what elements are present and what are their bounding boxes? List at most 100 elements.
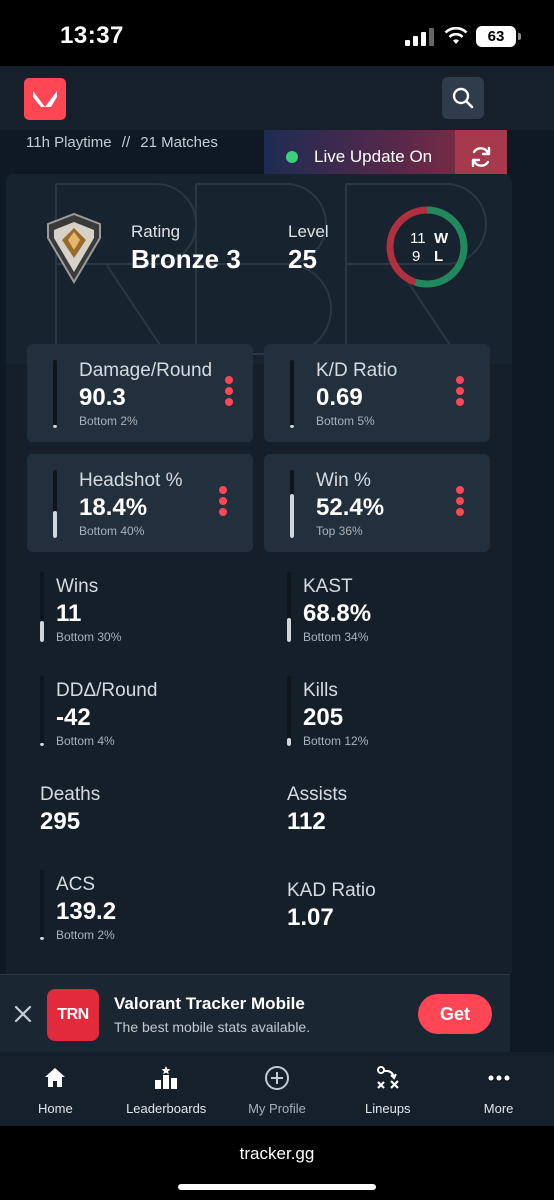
percentile-fill (290, 494, 294, 538)
nav-label: Home (38, 1101, 73, 1116)
level-value: 25 (288, 244, 317, 274)
app-promo-banner: TRN Valorant Tracker Mobile The best mob… (0, 974, 510, 1052)
valorant-logo-icon[interactable] (24, 78, 66, 120)
live-status-dot (286, 150, 298, 163)
win-loss-ring (386, 206, 468, 288)
battery-indicator: 63 (476, 26, 521, 47)
stat-card-kd-ratio[interactable]: K/D Ratio 0.69 Bottom 5% (264, 344, 490, 442)
more-options-icon[interactable] (223, 376, 235, 412)
stat-percentile: Bottom 5% (316, 414, 375, 428)
level-label: Level (288, 222, 329, 241)
stat-value: 139.2 (56, 898, 117, 925)
stat-value: 1.07 (287, 904, 334, 931)
add-circle-icon (264, 1066, 289, 1090)
nav-more[interactable]: More (443, 1052, 554, 1126)
home-icon (45, 1068, 66, 1087)
nav-home[interactable]: Home (0, 1052, 111, 1126)
stat-percentile: Top 36% (316, 524, 363, 538)
percentile-fill (287, 737, 291, 746)
nav-label: Lineups (365, 1101, 411, 1116)
trn-logo: TRN (47, 989, 99, 1041)
stat-value: 18.4% (79, 494, 148, 521)
stat-card-damage-round[interactable]: Damage/Round 90.3 Bottom 2% (27, 344, 253, 442)
stat-label: Headshot % (79, 470, 183, 491)
stat-value: 205 (303, 704, 344, 731)
percentile-fill (290, 424, 294, 428)
matches-count: 21 Matches (140, 134, 218, 151)
rating-label: Rating (131, 222, 181, 241)
more-options-icon[interactable] (454, 486, 466, 522)
rank-section: Rating Bronze 3 Level 25 11 W 9 L (6, 174, 512, 364)
status-bar: 13:37 63 (0, 0, 554, 66)
wins-label: W (434, 230, 449, 247)
close-icon[interactable] (12, 1003, 34, 1025)
stat-label: Damage/Round (79, 360, 213, 381)
percentile-bar (53, 470, 57, 538)
status-time: 13:37 (60, 22, 124, 49)
nav-lineups[interactable]: Lineups (332, 1052, 443, 1126)
percentile-bar (40, 572, 44, 642)
percentile-fill (287, 618, 291, 642)
stat-label: Deaths (40, 784, 101, 805)
stat-label: K/D Ratio (316, 360, 398, 381)
percentile-bar (290, 470, 294, 538)
more-options-icon[interactable] (454, 376, 466, 412)
promo-title: Valorant Tracker Mobile (114, 994, 305, 1013)
live-update-label: Live Update On (314, 146, 433, 166)
losses-label: L (434, 248, 444, 265)
stat-label: DDΔ/Round (56, 680, 158, 701)
nav-leaderboards[interactable]: Leaderboards (111, 1052, 222, 1126)
stat-value: 112 (287, 808, 326, 835)
wifi-icon (444, 26, 468, 44)
nav-label: More (483, 1101, 514, 1116)
nav-label: My Profile (248, 1101, 306, 1116)
leaderboards-icon (155, 1066, 178, 1089)
stat-label: KAD Ratio (287, 880, 376, 901)
stat-label: Assists (287, 784, 348, 805)
stats-card: Rating Bronze 3 Level 25 11 W 9 L Damage… (6, 174, 512, 974)
refresh-icon (471, 146, 491, 167)
stat-card-win-pct[interactable]: Win % 52.4% Top 36% (264, 454, 490, 552)
stat-value: 52.4% (316, 494, 385, 521)
bottom-nav: Home Leaderboards My Profile Lineups Mor… (0, 1052, 554, 1126)
promo-description: The best mobile stats available. (114, 1019, 311, 1035)
stat-value: 68.8% (303, 600, 372, 627)
rating-value: Bronze 3 (131, 244, 241, 274)
separator: // (121, 134, 131, 151)
more-icon (488, 1075, 510, 1081)
profile-summary: 11h Playtime // 21 Matches (26, 134, 224, 151)
percentile-bar (290, 360, 294, 428)
nav-my-profile[interactable]: My Profile (222, 1052, 333, 1126)
stat-percentile: Bottom 12% (303, 734, 369, 748)
browser-address-bar: tracker.gg (0, 1126, 554, 1200)
stat-value: -42 (56, 704, 91, 731)
stat-value: 295 (40, 808, 81, 835)
lineups-icon (376, 1066, 399, 1089)
get-app-button[interactable]: Get (418, 994, 492, 1034)
search-button[interactable] (442, 77, 484, 119)
stat-card-headshot[interactable]: Headshot % 18.4% Bottom 40% (27, 454, 253, 552)
wins-count: 11 (410, 230, 426, 247)
stat-percentile: Bottom 34% (303, 630, 369, 644)
stat-value: 90.3 (79, 384, 126, 411)
nav-label: Leaderboards (126, 1101, 207, 1116)
percentile-bar (287, 676, 291, 746)
stat-value: 11 (56, 600, 82, 627)
home-indicator[interactable] (178, 1184, 376, 1190)
app-header (0, 66, 554, 130)
percentile-fill (40, 743, 44, 746)
url-text[interactable]: tracker.gg (0, 1144, 554, 1164)
percentile-fill (53, 510, 57, 538)
more-options-icon[interactable] (217, 486, 229, 522)
percentile-bar (53, 360, 57, 428)
signal-icon (405, 28, 434, 46)
stat-label: ACS (56, 874, 96, 895)
percentile-bar (40, 676, 44, 746)
bronze-rank-icon (47, 212, 101, 284)
percentile-bar (287, 572, 291, 642)
stat-label: Kills (303, 680, 338, 701)
stat-label: Wins (56, 576, 99, 597)
stat-percentile: Bottom 2% (79, 414, 138, 428)
stat-label: KAST (303, 576, 353, 597)
stat-value: 0.69 (316, 384, 363, 411)
